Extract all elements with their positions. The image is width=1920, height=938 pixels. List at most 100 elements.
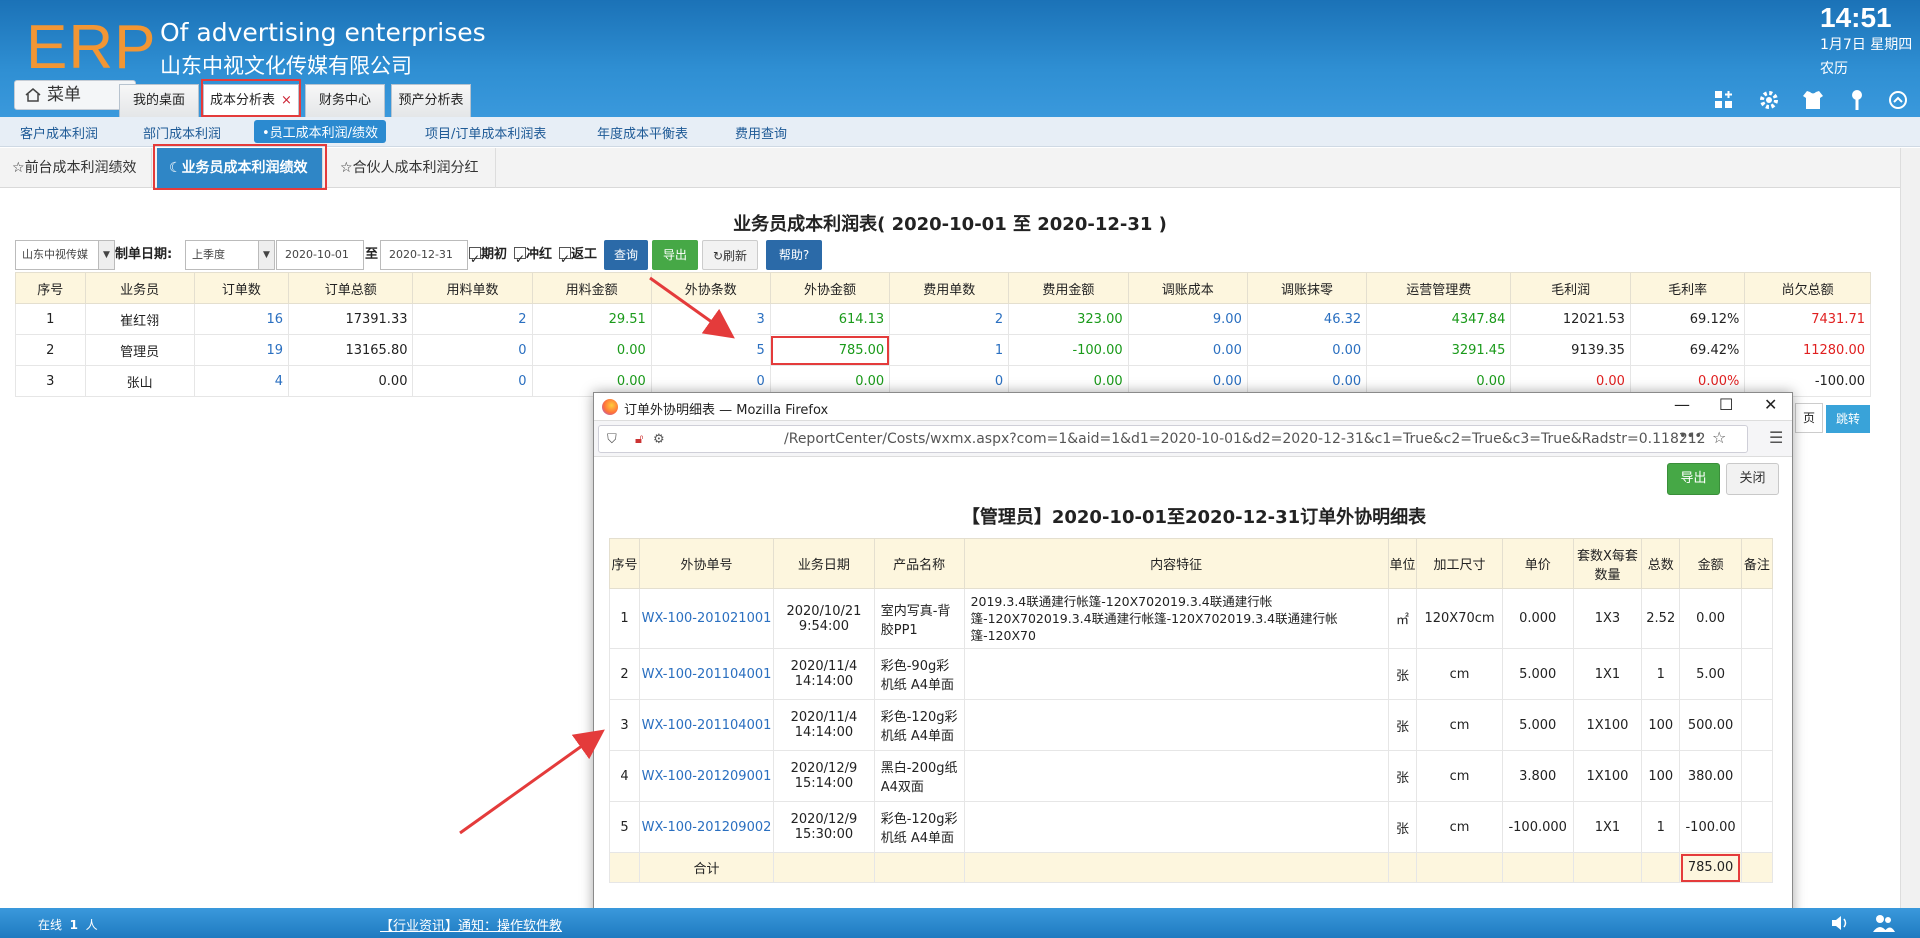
cell-adjust-rounding[interactable]: 46.32: [1246, 303, 1368, 335]
column-header: 内容特征: [963, 538, 1389, 589]
cell-outsource-amount: 614.13: [769, 303, 891, 335]
subnav-customer-profit[interactable]: 客户成本利润: [20, 123, 98, 142]
key-icon[interactable]: [1845, 88, 1869, 112]
speaker-icon[interactable]: [1830, 914, 1850, 932]
cell-adjust-cost[interactable]: 0.00: [1127, 334, 1248, 366]
tab-partner-profit[interactable]: ☆合伙人成本利润分红: [328, 148, 496, 188]
total-amount: 785.00: [1679, 852, 1742, 883]
cell-outsource-count[interactable]: 5: [650, 334, 771, 366]
cell-order-count[interactable]: 16: [193, 303, 290, 335]
subnav-project-profit[interactable]: 项目/订单成本利润表: [425, 123, 546, 142]
cell-material-count[interactable]: 0: [412, 334, 533, 366]
cell-material-amount: 29.51: [531, 303, 652, 335]
cell-outsource-no[interactable]: WX-100-201104001: [638, 699, 775, 751]
popup-export-button[interactable]: 导出: [1667, 463, 1720, 495]
jump-button[interactable]: 跳转: [1826, 405, 1870, 433]
check-label: 返工: [571, 247, 598, 262]
cell-index: 3: [15, 365, 86, 397]
cell-order-count[interactable]: 4: [193, 365, 290, 397]
select-value: 山东中视传媒: [22, 248, 88, 261]
cell-size: cm: [1416, 801, 1503, 853]
company-select[interactable]: 山东中视传媒 ▼: [15, 240, 115, 270]
cell-expense-amount: -100.00: [1008, 334, 1129, 366]
column-header: 外协金额: [769, 272, 891, 304]
help-button[interactable]: 帮助?: [766, 240, 822, 270]
check-rework[interactable]: 返工: [559, 240, 603, 274]
cell-amount: 0.00: [1679, 588, 1742, 649]
bookmark-star-icon[interactable]: ☆: [1712, 428, 1726, 447]
tab-label: 我的桌面: [132, 93, 185, 108]
permissions-icon[interactable]: ⚙: [653, 432, 665, 447]
cell-outsource-no[interactable]: WX-100-201209002: [638, 801, 775, 853]
cell-outsource-count[interactable]: 3: [650, 303, 771, 335]
tab-front-desk-profit[interactable]: ☆前台成本利润绩效: [0, 148, 152, 188]
lunar-label: 农历: [1820, 61, 1848, 77]
cell-unit: 张: [1387, 801, 1418, 853]
more-actions-icon[interactable]: •••: [1679, 429, 1702, 444]
refresh-button[interactable]: ↻刷新: [702, 240, 758, 270]
column-header: 业务员: [84, 272, 195, 304]
maximize-icon[interactable]: ☐: [1719, 395, 1733, 414]
cell-adjust-rounding[interactable]: 0.00: [1246, 334, 1368, 366]
subnav-department-profit[interactable]: 部门成本利润: [143, 123, 221, 142]
tab-my-desktop[interactable]: 我的桌面: [119, 84, 199, 117]
query-button[interactable]: 查询: [604, 240, 648, 270]
tab-preproduction-analysis[interactable]: 预产分析表: [391, 84, 471, 117]
cell-expense-count[interactable]: 1: [889, 334, 1010, 366]
column-header: 用料金额: [531, 272, 652, 304]
cell-index: 1: [15, 303, 86, 335]
cell-sets: 1X100: [1572, 750, 1643, 802]
period-select[interactable]: 上季度 ▼: [185, 240, 275, 270]
total-cell-empty: [1641, 852, 1681, 883]
date-label: 1月7日 星期四: [1820, 37, 1913, 53]
total-cell-empty: [609, 852, 640, 883]
popup-titlebar[interactable]: 订单外协明细表 — Mozilla Firefox — ☐ ✕: [594, 393, 1792, 421]
check-opening[interactable]: 期初: [469, 240, 513, 274]
subnav-employee-profit[interactable]: •员工成本利润/绩效: [254, 120, 387, 143]
page-input[interactable]: 页: [1795, 403, 1823, 433]
users-icon[interactable]: [1872, 913, 1896, 933]
salesman-profit-table: 序号 业务员 订单数 订单总额 用料单数 用料金额 外协条数 外协金额 费用单数…: [15, 272, 1871, 397]
cell-expense-count[interactable]: 2: [889, 303, 1010, 335]
subnav-annual-balance[interactable]: 年度成本平衡表: [597, 123, 688, 142]
cell-date: 2020/11/4 14:14:00: [773, 699, 875, 751]
url-box[interactable]: ⛉ 🔓︎ ⚙ /ReportCenter/Costs/wxmx.aspx?com…: [598, 425, 1748, 453]
hamburger-menu-icon[interactable]: ☰: [1769, 428, 1783, 447]
menu-button[interactable]: 菜单: [14, 80, 136, 110]
date-from-input[interactable]: 2020-10-01: [276, 240, 364, 270]
subnav-expense-query[interactable]: 费用查询: [735, 123, 787, 142]
date-to-input[interactable]: 2020-12-31: [380, 240, 468, 270]
table-row: 4 WX-100-201209001 2020/12/9 15:14:00 黑白…: [609, 750, 1774, 802]
cell-material-count[interactable]: 0: [412, 365, 533, 397]
cell-order-count[interactable]: 19: [193, 334, 290, 366]
popup-title: 订单外协明细表 — Mozilla Firefox: [624, 403, 829, 418]
chevron-up-icon[interactable]: [1886, 88, 1910, 112]
firefox-icon: [602, 399, 618, 415]
cell-outsource-no[interactable]: WX-100-201104001: [638, 648, 775, 700]
vertical-scrollbar[interactable]: [1900, 148, 1920, 908]
cell-outsource-no[interactable]: WX-100-201021001: [638, 588, 775, 649]
gear-icon[interactable]: [1757, 88, 1781, 112]
export-button[interactable]: 导出: [652, 240, 698, 270]
shield-icon[interactable]: ⛉: [607, 432, 617, 447]
shirt-icon[interactable]: [1801, 88, 1825, 112]
cell-outsource-no[interactable]: WX-100-201209001: [638, 750, 775, 802]
cell-material-count[interactable]: 2: [412, 303, 533, 335]
total-cell-empty: [773, 852, 875, 883]
minimize-icon[interactable]: —: [1674, 395, 1690, 414]
insecure-lock-icon[interactable]: 🔓︎: [635, 432, 643, 447]
grid-add-icon[interactable]: [1712, 88, 1736, 112]
cell-adjust-cost[interactable]: 9.00: [1127, 303, 1248, 335]
cell-date: 2020/12/9 15:30:00: [773, 801, 875, 853]
cell-expense-amount: 323.00: [1008, 303, 1129, 335]
tab-finance-center[interactable]: 财务中心: [305, 84, 385, 117]
total-label: 合计: [638, 852, 775, 883]
close-icon[interactable]: ✕: [1764, 395, 1777, 414]
annotation-arrow: [459, 729, 605, 835]
news-ticker[interactable]: 【行业资讯】通知：操作软件教: [380, 915, 593, 934]
table-row: 1 WX-100-201021001 2020/10/21 9:54:00 室内…: [609, 588, 1774, 649]
check-reversal[interactable]: 冲红: [514, 240, 558, 274]
cell-outstanding: 7431.71: [1744, 303, 1871, 335]
popup-close-button[interactable]: 关闭: [1726, 463, 1779, 495]
cell-total: 100: [1641, 750, 1681, 802]
